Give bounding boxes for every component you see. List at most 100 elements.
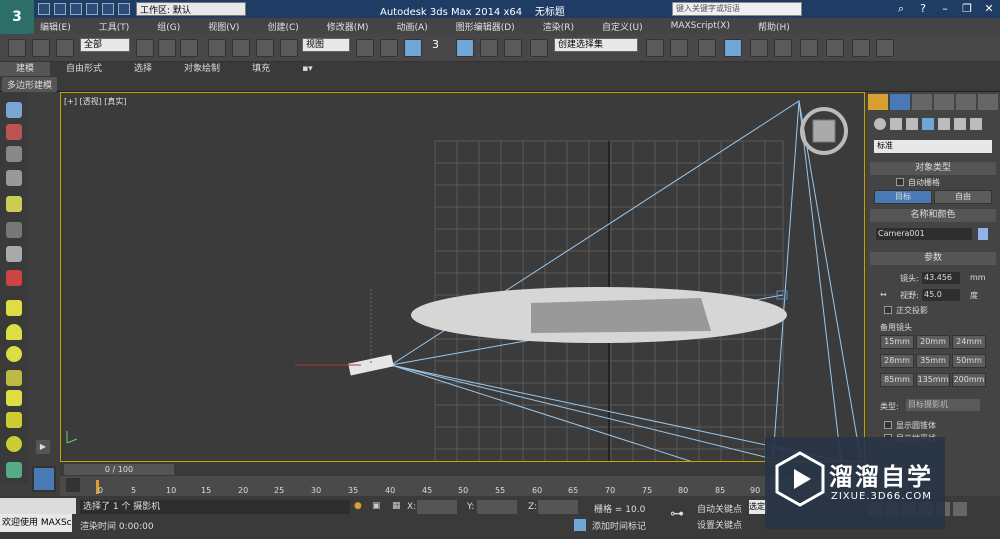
minimize-button[interactable]: – [934, 0, 956, 18]
maxscript-mini-listener[interactable]: 欢迎使用 MAXSc [0, 514, 72, 532]
tab-object-paint[interactable]: 对象绘制 [168, 62, 236, 76]
material-editor-icon[interactable] [800, 39, 818, 57]
snap-toggle-label[interactable]: 3 [432, 38, 439, 51]
curve-editor-icon[interactable] [750, 39, 768, 57]
menu-maxscript[interactable]: MAXScript(X) [657, 21, 744, 31]
named-selection-dropdown[interactable]: 创建选择集 [554, 38, 638, 52]
fov-direction-icon[interactable]: ↔ [880, 290, 887, 299]
viewport-perspective[interactable] [60, 92, 865, 472]
link-icon[interactable] [8, 39, 26, 57]
lens-28mm-button[interactable]: 28mm [880, 354, 914, 368]
plane-icon[interactable] [6, 300, 22, 316]
color-swatch[interactable] [978, 228, 988, 240]
menu-rendering[interactable]: 渲染(R) [529, 20, 588, 33]
time-tag-icon[interactable] [574, 519, 586, 531]
lens-24mm-button[interactable]: 24mm [952, 335, 986, 349]
show-cone-checkbox[interactable] [884, 421, 892, 429]
material-icon[interactable] [6, 124, 22, 140]
fov-spinner[interactable]: 45.0 [922, 289, 960, 301]
isolate-icon[interactable]: ● [354, 501, 362, 511]
torus-icon[interactable] [6, 370, 22, 386]
viewport-label[interactable]: [+] [透视] [真实] [64, 96, 127, 107]
render-setup-icon[interactable] [826, 39, 844, 57]
list-icon[interactable] [6, 146, 22, 162]
track-bar[interactable]: 0 5 10 15 20 25 30 35 40 45 50 55 60 65 … [60, 476, 865, 496]
tab-populate[interactable]: 填充 [236, 62, 286, 76]
select-by-name-icon[interactable] [158, 39, 176, 57]
maximize-viewport-icon[interactable] [953, 502, 967, 516]
modify-tab-icon[interactable] [890, 94, 910, 110]
search-icon[interactable]: ⌕ [890, 0, 912, 18]
spacewarp-icon[interactable] [6, 462, 22, 478]
pivot-center-icon[interactable] [356, 39, 374, 57]
particle-icon[interactable] [6, 270, 22, 286]
menu-create[interactable]: 创建(C) [253, 20, 312, 33]
tab-freeform[interactable]: 自由形式 [50, 62, 118, 76]
camera-type-dropdown[interactable]: 目标摄影机 [906, 399, 980, 411]
align-icon[interactable] [670, 39, 688, 57]
schematic-view-icon[interactable] [774, 39, 792, 57]
ribbon-options-icon[interactable]: ▪▾ [286, 62, 329, 76]
maxscript-listener-top[interactable] [0, 498, 76, 514]
workspace-dropdown[interactable]: 工作区: 默认 [136, 2, 246, 16]
rotate-icon[interactable] [256, 39, 274, 57]
lens-35mm-button[interactable]: 35mm [916, 354, 950, 368]
save-icon[interactable] [70, 3, 82, 15]
mini-listener-icon[interactable] [32, 466, 56, 492]
restore-button[interactable]: ❐ [956, 0, 978, 18]
lens-spinner[interactable]: 43.456 [922, 272, 960, 284]
light-icon[interactable] [6, 196, 22, 212]
unlink-icon[interactable] [32, 39, 50, 57]
expand-panel-button[interactable]: ▶ [36, 440, 50, 454]
edit-named-selection-icon[interactable] [530, 39, 548, 57]
geometry-icon[interactable] [874, 118, 886, 130]
helpers-icon[interactable] [938, 118, 950, 130]
menu-modifiers[interactable]: 修改器(M) [313, 20, 383, 33]
utilities-tab-icon[interactable] [978, 94, 998, 110]
cylinder-icon[interactable] [6, 412, 22, 428]
tab-selection[interactable]: 选择 [118, 62, 168, 76]
selection-region-icon[interactable] [180, 39, 198, 57]
close-button[interactable]: ✕ [978, 0, 1000, 18]
name-color-rollout[interactable]: 名称和颜色 [870, 209, 996, 222]
category-dropdown[interactable]: 标准 [874, 140, 992, 153]
x-coordinate-field[interactable] [417, 500, 457, 514]
app-logo-button[interactable]: 3 [0, 0, 34, 34]
menu-customize[interactable]: 自定义(U) [588, 20, 657, 33]
layer-manager-icon[interactable] [698, 39, 716, 57]
menu-edit[interactable]: 编辑(E) [26, 20, 85, 33]
dome-icon[interactable] [6, 324, 22, 340]
z-coordinate-field[interactable] [538, 500, 578, 514]
lock-selection-icon[interactable]: ▣ [372, 501, 381, 511]
spinner-snap-icon[interactable] [504, 39, 522, 57]
menu-group[interactable]: 组(G) [143, 20, 194, 33]
lens-15mm-button[interactable]: 15mm [880, 335, 914, 349]
sphere-half-icon[interactable] [6, 246, 22, 262]
undo-icon[interactable] [86, 3, 98, 15]
hierarchy-tab-icon[interactable] [912, 94, 932, 110]
time-slider[interactable]: 0 / 100 [64, 464, 174, 475]
keyboard-shortcut-toggle-icon[interactable] [404, 39, 422, 57]
tab-modeling[interactable]: 建模 [0, 62, 51, 76]
absolute-mode-icon[interactable]: ▦ [392, 501, 401, 511]
menu-animation[interactable]: 动画(A) [383, 20, 442, 33]
lens-50mm-button[interactable]: 50mm [952, 354, 986, 368]
helper-icon[interactable] [6, 222, 22, 238]
percent-snap-icon[interactable] [480, 39, 498, 57]
y-coordinate-field[interactable] [477, 500, 517, 514]
open-file-icon[interactable] [54, 3, 66, 15]
lens-200mm-button[interactable]: 200mm [952, 373, 986, 387]
orthographic-checkbox[interactable] [884, 306, 892, 314]
help-icon[interactable]: ? [912, 0, 934, 18]
cone-icon[interactable] [6, 390, 22, 406]
set-key-button[interactable]: 设置关键点 [697, 518, 742, 531]
menu-graph-editors[interactable]: 图形编辑器(D) [442, 20, 529, 33]
key-icon[interactable]: ⊶ [670, 506, 684, 522]
geosphere-icon[interactable] [6, 436, 22, 452]
teapot-icon[interactable] [6, 102, 22, 118]
bind-spacewarp-icon[interactable] [56, 39, 74, 57]
grid-icon[interactable] [6, 170, 22, 186]
hold-icon[interactable] [118, 3, 130, 15]
cameras-icon[interactable] [922, 118, 934, 130]
select-object-icon[interactable] [136, 39, 154, 57]
